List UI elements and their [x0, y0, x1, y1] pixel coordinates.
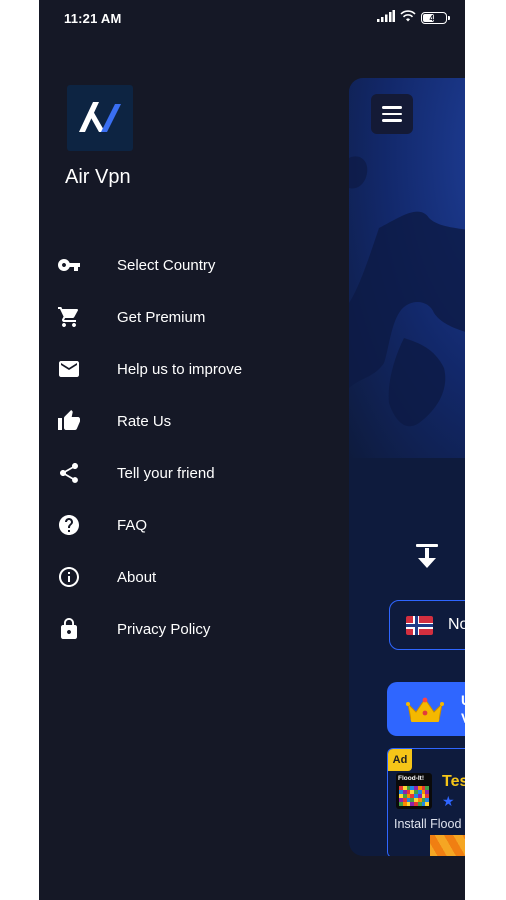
star-icon: ★ [442, 793, 455, 809]
premium-button[interactable]: U V [387, 682, 465, 736]
mail-icon [57, 357, 81, 381]
country-name: No [448, 616, 465, 633]
drawer-menu: Select Country Get Premium Help us to im… [39, 239, 349, 655]
premium-subtitle: V [461, 710, 465, 726]
menu-label: Rate Us [117, 412, 172, 430]
ad-banner-image [430, 835, 465, 856]
menu-label: Select Country [117, 256, 216, 274]
lock-icon [57, 617, 81, 641]
menu-item-select-country[interactable]: Select Country [39, 239, 349, 291]
menu-label: Privacy Policy [117, 620, 211, 638]
premium-title: U [461, 692, 465, 708]
ad-title: Tes [442, 773, 465, 790]
menu-item-get-premium[interactable]: Get Premium [39, 291, 349, 343]
main-screen-card: No U V Ad Flood-It! [349, 78, 465, 856]
menu-item-faq[interactable]: FAQ [39, 499, 349, 551]
world-map-background [349, 78, 465, 458]
ad-thumb-grid [399, 786, 429, 806]
menu-item-rate-us[interactable]: Rate Us [39, 395, 349, 447]
crown-icon [405, 696, 445, 729]
ad-badge: Ad [388, 749, 412, 771]
country-selector[interactable]: No [389, 600, 465, 650]
battery-icon: 44 [421, 12, 450, 24]
phone-screen: 11:21 AM 44 Air Vpn Select Country Get P… [39, 0, 465, 900]
status-time: 11:21 AM [64, 11, 122, 26]
upload-arrow-icon[interactable] [414, 542, 440, 575]
system-icons: 44 [377, 9, 450, 27]
battery-level: 44 [429, 13, 439, 23]
menu-item-help-improve[interactable]: Help us to improve [39, 343, 349, 395]
ad-app-icon: Flood-It! [396, 773, 432, 809]
native-ad[interactable]: Ad Flood-It! Tes ★ Install Flood [387, 748, 465, 856]
menu-item-privacy-policy[interactable]: Privacy Policy [39, 603, 349, 655]
status-bar: 11:21 AM 44 [39, 0, 465, 36]
menu-button[interactable] [371, 94, 413, 134]
cart-icon [57, 305, 81, 329]
menu-label: Help us to improve [117, 360, 243, 378]
share-icon [57, 461, 81, 485]
menu-item-tell-friend[interactable]: Tell your friend [39, 447, 349, 499]
navigation-drawer: Air Vpn Select Country Get Premium Help … [39, 36, 349, 900]
help-circle-icon [57, 513, 81, 537]
wifi-icon [400, 9, 416, 27]
menu-label: Tell your friend [117, 464, 215, 482]
air-vpn-logo-icon [67, 85, 133, 151]
thumbs-up-icon [57, 409, 81, 433]
menu-label: About [117, 568, 157, 586]
menu-label: FAQ [117, 516, 148, 534]
app-name: Air Vpn [65, 166, 131, 188]
menu-label: Get Premium [117, 308, 206, 326]
menu-item-about[interactable]: About [39, 551, 349, 603]
key-icon [57, 253, 81, 277]
ad-thumb-title: Flood-It! [398, 775, 424, 782]
info-icon [57, 565, 81, 589]
ad-description: Install Flood [394, 817, 462, 831]
norway-flag-icon [406, 616, 433, 635]
signal-icon [377, 9, 395, 27]
